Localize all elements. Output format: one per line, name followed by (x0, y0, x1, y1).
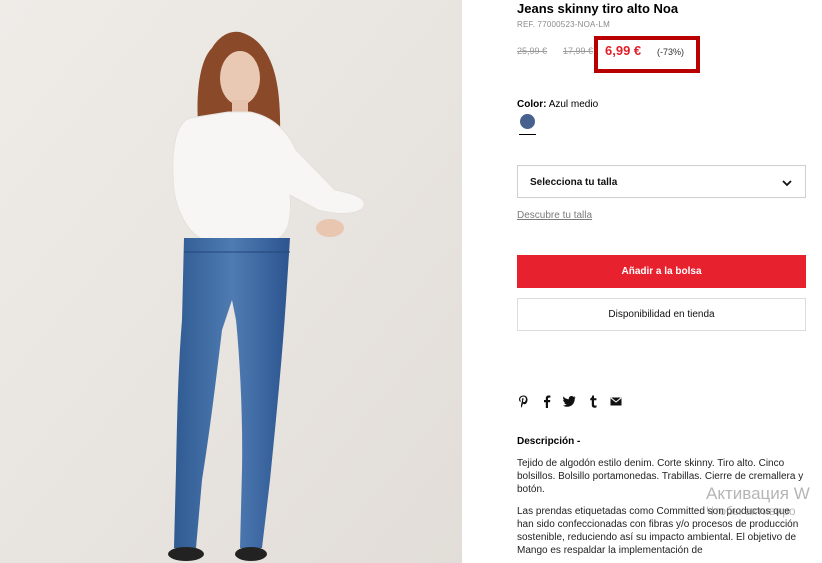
product-info: Jeans skinny tiro alto Noa REF. 77000523… (462, 0, 822, 563)
share-icons (517, 394, 622, 408)
color-label-key: Color: (517, 99, 547, 110)
product-photo[interactable] (0, 0, 462, 563)
watermark-line-1: Активация W (706, 484, 810, 503)
original-price: 25,99 € (517, 46, 548, 56)
color-swatch-azul-medio[interactable] (520, 114, 535, 129)
product-ref: REF. 77000523-NOA-LM (517, 20, 610, 29)
store-availability-button[interactable]: Disponibilidad en tienda (517, 298, 806, 331)
sale-price: 6,99 € (605, 43, 642, 58)
facebook-icon[interactable] (540, 394, 553, 408)
email-icon[interactable] (609, 394, 622, 408)
chevron-down-icon (781, 176, 793, 194)
discount-badge: (-73%) (657, 47, 685, 57)
size-guide-link[interactable]: Descubre tu talla (517, 210, 592, 221)
activation-watermark: Активация W Чтобы активиро (706, 484, 822, 518)
size-select[interactable]: Selecciona tu talla (517, 165, 806, 198)
previous-price: 17,99 € (563, 46, 594, 56)
color-label: Color: Azul medio (517, 99, 598, 110)
swatch-selected-indicator (519, 134, 536, 135)
product-title: Jeans skinny tiro alto Noa (517, 1, 679, 16)
description-title[interactable]: Descripción - (517, 436, 580, 447)
size-select-label: Selecciona tu talla (530, 177, 618, 188)
watermark-line-2: Чтобы активиро (706, 504, 796, 518)
pinterest-icon[interactable] (517, 394, 530, 408)
add-to-bag-button[interactable]: Añadir a la bolsa (517, 255, 806, 288)
model-illustration (0, 0, 462, 563)
color-value: Azul medio (548, 99, 599, 110)
tumblr-icon[interactable] (586, 394, 599, 408)
twitter-icon[interactable] (563, 394, 576, 408)
